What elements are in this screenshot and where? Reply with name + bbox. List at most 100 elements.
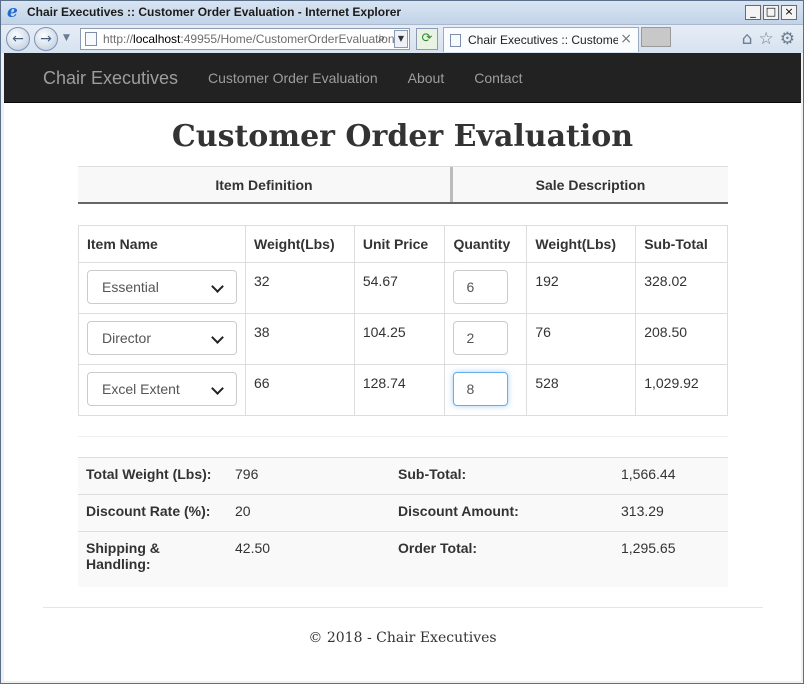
item-cell: Excel Extent — [78, 364, 246, 416]
header-weight: Weight(Lbs) — [245, 225, 355, 263]
item-select-value: Director — [102, 330, 152, 346]
unit-price-cell: 128.74 — [353, 364, 446, 416]
total-weight-cell: 192 — [526, 262, 637, 314]
chevron-down-icon — [211, 331, 224, 344]
url-prefix: http:// — [103, 32, 134, 46]
refresh-icon[interactable]: ⟳ — [416, 28, 438, 50]
favorites-star-icon[interactable]: ☆ — [759, 29, 774, 49]
minimize-button[interactable]: _ — [745, 5, 761, 20]
subtotal-cell: 1,029.92 — [635, 364, 728, 416]
table-row: Essential 32 54.67 6 192 328.02 — [78, 262, 728, 314]
shipping-value: 42.50 — [227, 531, 390, 587]
order-total-value: 1,295.65 — [613, 531, 728, 587]
browser-toolbar-icons: ⌂ ☆ ⚙ — [742, 29, 795, 49]
window-controls: _ □ × — [745, 5, 797, 20]
header-quantity: Quantity — [444, 225, 528, 263]
quantity-input[interactable]: 2 — [453, 321, 509, 355]
table-header-row: Item Name Weight(Lbs) Unit Price Quantit… — [78, 225, 728, 263]
order-items-table: Item Name Weight(Lbs) Unit Price Quantit… — [78, 225, 728, 416]
item-select[interactable]: Essential — [87, 270, 237, 304]
header-unit-price: Unit Price — [353, 225, 446, 263]
discount-amount-value: 313.29 — [613, 494, 728, 532]
tab-page-icon — [450, 34, 461, 47]
tab-title: Chair Executives :: Custome... — [468, 33, 618, 47]
back-icon[interactable]: ← — [6, 27, 30, 51]
item-select[interactable]: Excel Extent — [87, 372, 237, 406]
home-icon[interactable]: ⌂ — [742, 29, 753, 49]
table-row: Excel Extent 66 128.74 8 528 1,029.92 — [78, 364, 728, 416]
total-weight-label: Total Weight (Lbs): — [78, 457, 227, 495]
tab-close-icon[interactable]: × — [620, 31, 632, 47]
page-viewport: Chair Executives Customer Order Evaluati… — [4, 53, 801, 681]
footer-divider — [43, 607, 763, 608]
shipping-label: Shipping & Handling: — [78, 531, 227, 587]
navbar-links: Customer Order Evaluation About Contact — [208, 70, 522, 86]
address-url[interactable]: http://localhost:49955/Home/CustomerOrde… — [103, 32, 395, 46]
nav-link-contact[interactable]: Contact — [474, 70, 522, 86]
discount-amount-label: Discount Amount: — [390, 494, 613, 532]
table-row: Director 38 104.25 2 76 208.50 — [78, 313, 728, 365]
quantity-cell: 2 — [444, 313, 528, 365]
header-subtotal: Sub-Total — [635, 225, 728, 263]
internet-explorer-logo-icon: e — [7, 2, 18, 22]
chevron-down-icon — [211, 280, 224, 293]
settings-gear-icon[interactable]: ⚙ — [780, 29, 795, 49]
order-summary-table: Total Weight (Lbs): 796 Sub-Total: 1,566… — [78, 457, 728, 587]
discount-rate-value: 20 — [227, 494, 390, 532]
section-headers: Item Definition Sale Description — [78, 166, 728, 204]
site-navbar: Chair Executives Customer Order Evaluati… — [4, 53, 801, 103]
subtotal-cell: 208.50 — [635, 313, 728, 365]
shipping-label-line2: Handling: — [86, 556, 151, 572]
header-item-name: Item Name — [78, 225, 246, 263]
section-sale-description: Sale Description — [535, 176, 646, 193]
page-footer: © 2018 - Chair Executives — [308, 630, 497, 646]
browser-navigation-row: ← → ▼ http://localhost:49955/Home/Custom… — [1, 25, 803, 53]
summary-row: Shipping & Handling: 42.50 Order Total: 1… — [78, 531, 728, 587]
subtotal-cell: 328.02 — [635, 262, 728, 314]
subtotal-value: 1,566.44 — [613, 457, 728, 495]
header-total-weight: Weight(Lbs) — [526, 225, 637, 263]
chevron-down-icon — [211, 382, 224, 395]
window-titlebar[interactable]: e Chair Executives :: Customer Order Eva… — [1, 1, 803, 25]
history-dropdown-icon[interactable]: ▼ — [63, 33, 70, 43]
forward-icon[interactable]: → — [34, 27, 58, 51]
summary-row: Discount Rate (%): 20 Discount Amount: 3… — [78, 494, 728, 532]
url-path: :49955/Home/CustomerOrderEvaluation — [180, 32, 395, 46]
shipping-label-line1: Shipping & — [86, 540, 160, 556]
section-divider — [78, 436, 728, 437]
total-weight-cell: 76 — [526, 313, 637, 365]
item-select-value: Essential — [102, 279, 159, 295]
maximize-button[interactable]: □ — [763, 5, 779, 20]
nav-link-about[interactable]: About — [408, 70, 445, 86]
item-select-value: Excel Extent — [102, 381, 180, 397]
quantity-input-focused[interactable]: 8 — [453, 372, 509, 406]
unit-price-cell: 104.25 — [353, 313, 446, 365]
url-host: localhost — [133, 32, 181, 46]
nav-link-customer-order-evaluation[interactable]: Customer Order Evaluation — [208, 70, 378, 86]
address-bar[interactable]: http://localhost:49955/Home/CustomerOrde… — [80, 28, 410, 50]
weight-cell: 38 — [245, 313, 355, 365]
discount-rate-label: Discount Rate (%): — [78, 494, 227, 532]
address-dropdown-icon[interactable]: ▼ — [394, 30, 408, 48]
order-total-label: Order Total: — [390, 531, 613, 587]
page-icon — [85, 32, 97, 46]
total-weight-cell: 528 — [526, 364, 637, 416]
search-icon[interactable]: ⌕ — [378, 31, 385, 46]
quantity-input[interactable]: 6 — [453, 270, 509, 304]
new-tab-button[interactable] — [641, 27, 671, 47]
unit-price-cell: 54.67 — [353, 262, 446, 314]
close-button[interactable]: × — [781, 5, 797, 20]
weight-cell: 32 — [245, 262, 355, 314]
window-title: Chair Executives :: Customer Order Evalu… — [27, 5, 402, 19]
navbar-brand[interactable]: Chair Executives — [43, 68, 178, 89]
item-cell: Essential — [78, 262, 246, 314]
browser-window: e Chair Executives :: Customer Order Eva… — [0, 0, 804, 684]
weight-cell: 66 — [245, 364, 355, 416]
total-weight-value: 796 — [227, 457, 390, 495]
section-item-definition: Item Definition — [78, 167, 453, 202]
browser-tab-active[interactable]: Chair Executives :: Custome... × — [443, 27, 639, 52]
item-select[interactable]: Director — [87, 321, 237, 355]
quantity-cell: 6 — [444, 262, 528, 314]
subtotal-label: Sub-Total: — [390, 457, 613, 495]
page-title: Customer Order Evaluation — [171, 119, 634, 154]
